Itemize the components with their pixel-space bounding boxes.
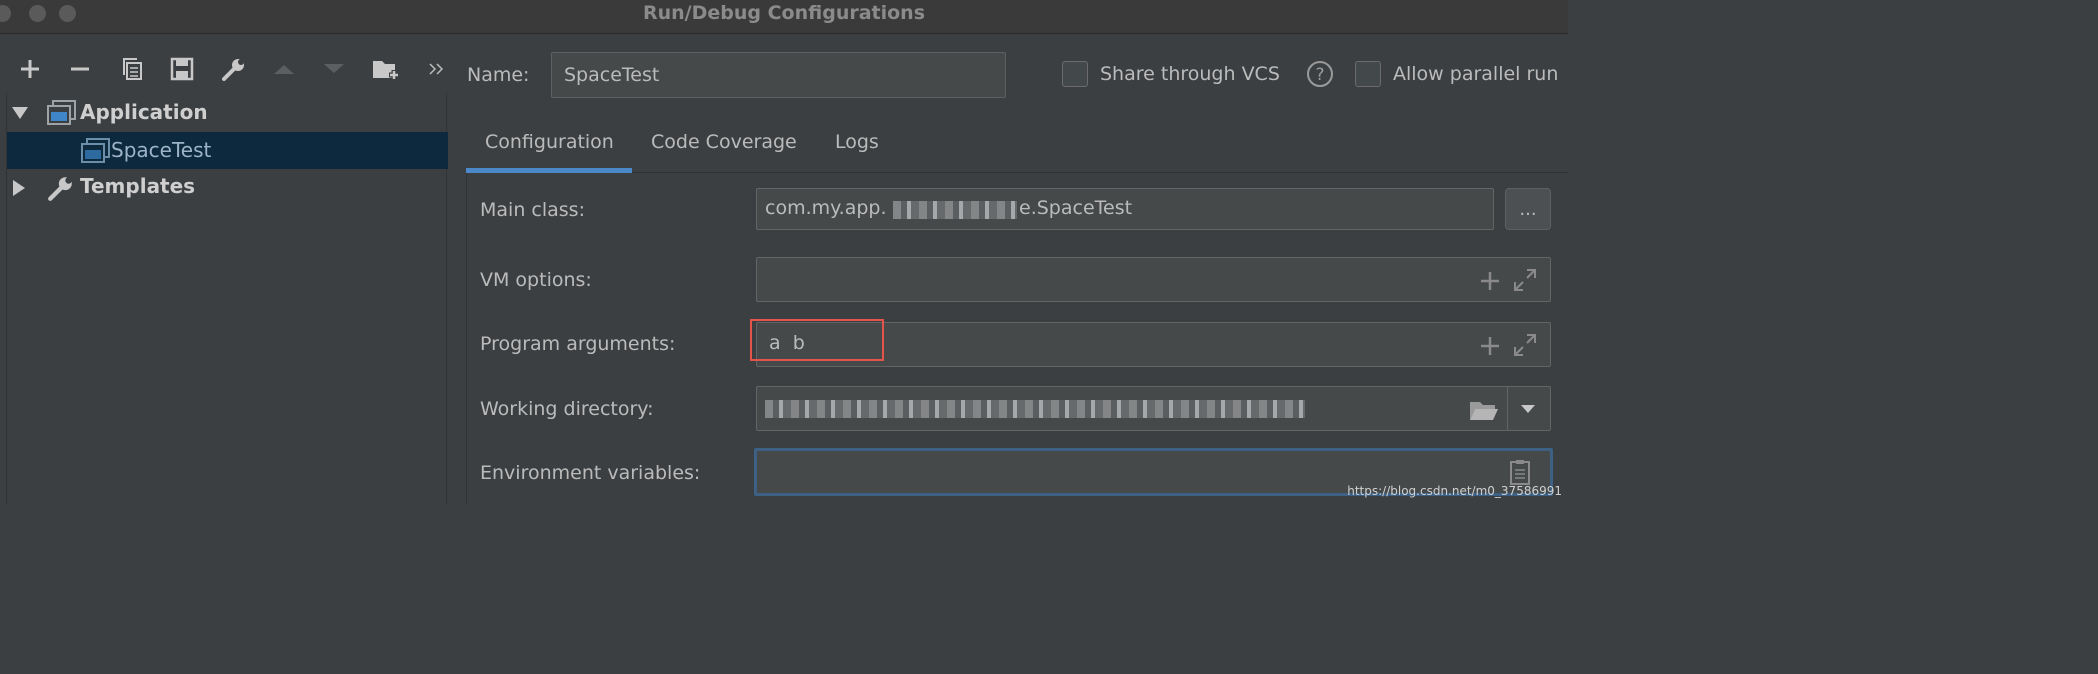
window-title: Run/Debug Configurations — [642, 2, 926, 24]
share-vcs-label: Share through VCS — [1100, 63, 1280, 85]
svg-text:?: ? — [1315, 65, 1324, 85]
name-input[interactable]: SpaceTest — [551, 52, 1006, 98]
clipboard-icon[interactable] — [1509, 459, 1531, 485]
copy-icon — [123, 58, 142, 80]
remove-icon — [71, 67, 89, 71]
expand-arrow-icon[interactable] — [11, 106, 29, 120]
move-up-icon — [274, 65, 294, 74]
program-args-label: Program arguments: — [480, 333, 676, 355]
tree-item-application[interactable]: Application — [7, 95, 448, 132]
expand-icon[interactable] — [1513, 268, 1537, 292]
allow-parallel-label: Allow parallel run — [1393, 63, 1559, 85]
move-down-icon — [324, 64, 344, 73]
config-toolbar — [0, 35, 448, 91]
redacted-text — [893, 201, 1017, 219]
help-icon[interactable]: ? — [1306, 60, 1334, 88]
browse-main-class-button[interactable]: ... — [1505, 188, 1551, 230]
tree-item-label: Application — [80, 100, 208, 124]
title-bar: Run/Debug Configurations — [0, 0, 1568, 34]
new-folder-button[interactable] — [372, 55, 400, 83]
add-icon[interactable] — [1479, 335, 1501, 357]
save-button[interactable] — [168, 55, 196, 83]
share-vcs-checkbox[interactable] — [1062, 61, 1088, 87]
dropdown-icon[interactable] — [1520, 404, 1536, 414]
edit-templates-button[interactable] — [220, 55, 248, 83]
main-class-label: Main class: — [480, 199, 585, 221]
application-icon — [81, 138, 110, 163]
copy-button[interactable] — [118, 55, 146, 83]
vm-options-label: VM options: — [480, 269, 592, 291]
working-dir-input[interactable] — [756, 386, 1551, 431]
tree-item-label: Templates — [80, 174, 196, 198]
remove-button[interactable] — [66, 55, 94, 83]
config-editor: Name: SpaceTest Share through VCS ? Allo… — [448, 35, 1568, 504]
left-panel: Application SpaceTest Templates — [0, 35, 448, 504]
application-icon — [47, 100, 76, 125]
name-label: Name: — [467, 64, 530, 86]
move-down-button[interactable] — [320, 55, 348, 83]
tab-logs[interactable]: Logs — [835, 131, 879, 153]
redacted-text — [765, 400, 1305, 418]
dropdown-divider — [1507, 387, 1508, 430]
allow-parallel-checkbox[interactable] — [1355, 61, 1381, 87]
add-icon — [21, 60, 39, 78]
tree-item-templates[interactable]: Templates — [7, 169, 448, 206]
more-icon — [429, 63, 444, 75]
name-input-value: SpaceTest — [564, 64, 660, 86]
tab-configuration[interactable]: Configuration — [485, 131, 614, 153]
vm-options-input[interactable] — [756, 257, 1551, 302]
add-button[interactable] — [16, 55, 44, 83]
collapse-arrow-icon[interactable] — [12, 179, 26, 197]
watermark: https://blog.csdn.net/m0_37586991 — [1347, 484, 1562, 498]
more-button[interactable] — [422, 55, 450, 83]
config-tree: Application SpaceTest Templates — [6, 93, 448, 504]
main-class-input[interactable]: com.my.app. e.SpaceTest — [756, 188, 1494, 230]
tab-code-coverage[interactable]: Code Coverage — [651, 131, 797, 153]
env-vars-label: Environment variables: — [480, 462, 701, 484]
new-folder-icon — [373, 61, 399, 80]
main-class-suffix: e.SpaceTest — [1019, 197, 1133, 219]
expand-icon[interactable] — [1513, 333, 1537, 357]
move-up-button[interactable] — [270, 55, 298, 83]
wrench-icon — [48, 177, 72, 201]
tree-item-label: SpaceTest — [111, 138, 212, 162]
tree-item-spacetest[interactable]: SpaceTest — [7, 132, 448, 169]
wrench-icon — [222, 59, 244, 81]
folder-icon[interactable] — [1469, 399, 1499, 421]
working-dir-label: Working directory: — [480, 398, 654, 420]
annotation-highlight-box — [750, 319, 884, 361]
save-icon — [170, 57, 194, 81]
main-class-value: com.my.app. — [765, 197, 887, 219]
add-icon[interactable] — [1479, 270, 1501, 292]
